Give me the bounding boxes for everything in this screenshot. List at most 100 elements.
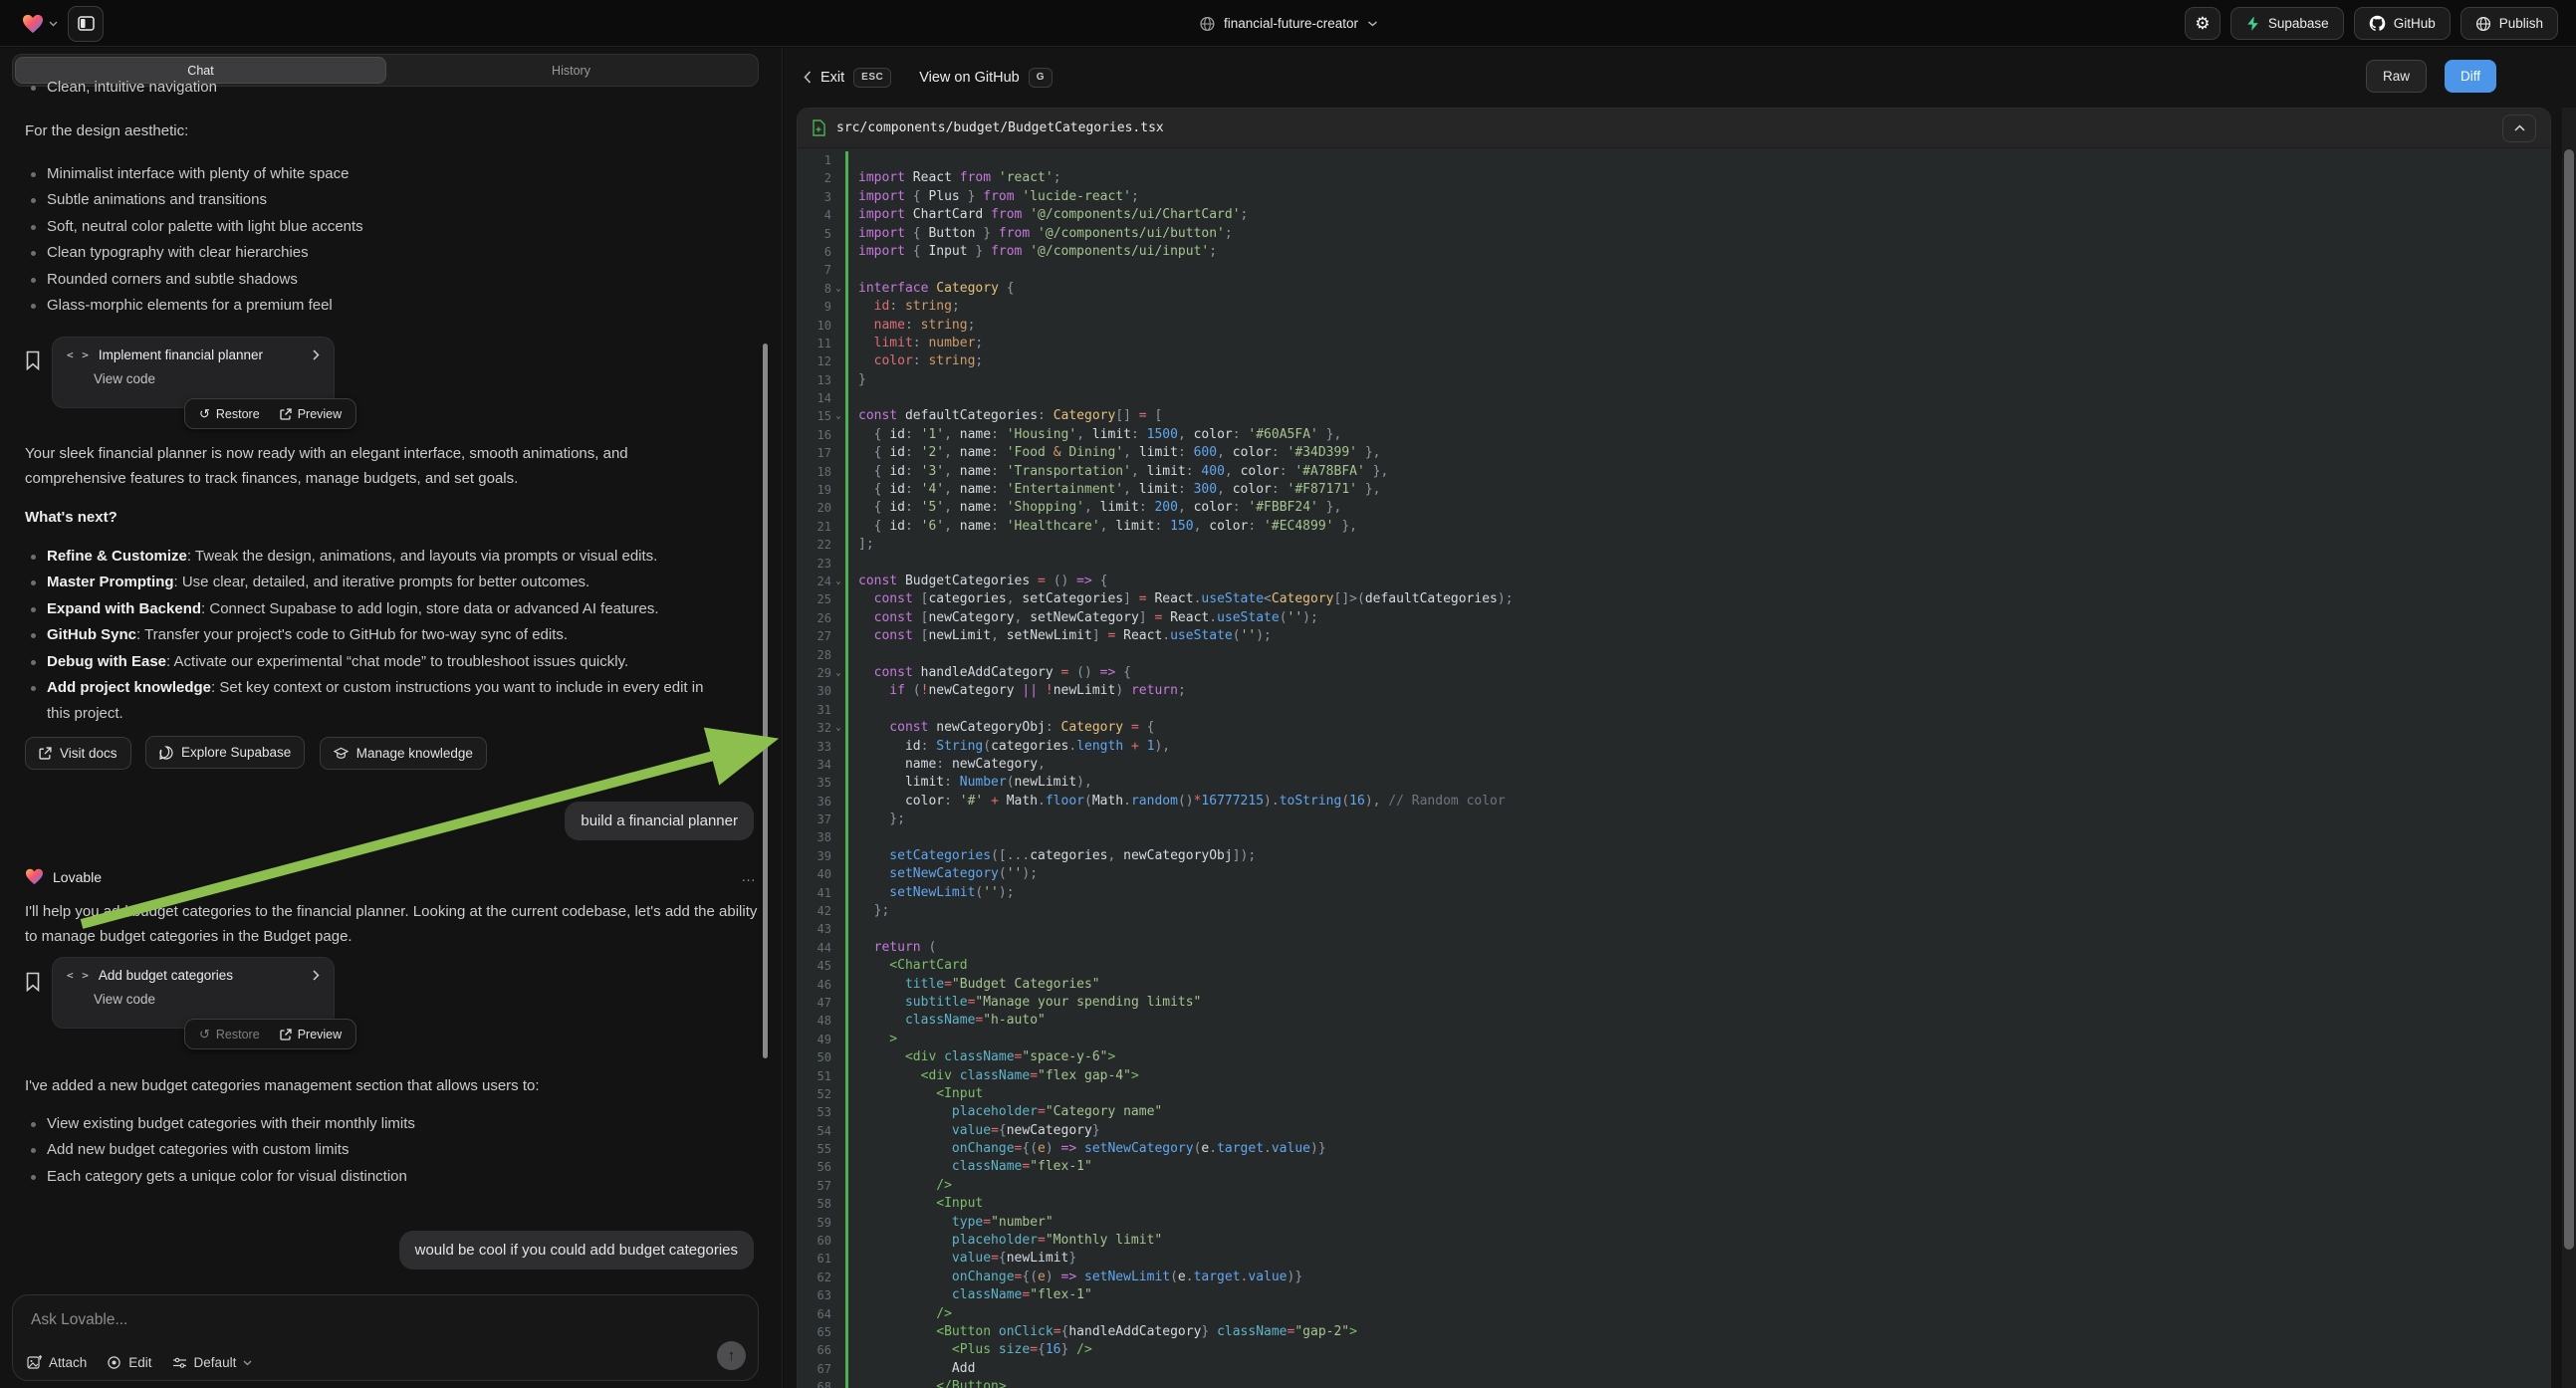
code-line: 63 className="flex-1" bbox=[798, 1286, 2550, 1304]
manage-knowledge-button[interactable]: Manage knowledge bbox=[320, 737, 487, 770]
line-number: 26 bbox=[798, 609, 831, 627]
fold-chevron-icon[interactable]: ⌄ bbox=[831, 664, 845, 682]
restore-button[interactable]: ↺ Restore bbox=[191, 406, 268, 422]
line-number: 60 bbox=[798, 1232, 831, 1250]
line-number: 59 bbox=[798, 1214, 831, 1232]
fold-chevron-icon[interactable]: ⌄ bbox=[831, 573, 845, 590]
mode-selector[interactable]: Default bbox=[172, 1355, 253, 1370]
file-header[interactable]: src/components/budget/BudgetCategories.t… bbox=[798, 109, 2550, 148]
toggle-sidebar-button[interactable] bbox=[68, 6, 104, 42]
github-button[interactable]: GitHub bbox=[2354, 7, 2451, 40]
edit-button[interactable]: Edit bbox=[107, 1355, 151, 1370]
diff-added-bar bbox=[845, 169, 848, 187]
code-line: 57 /> bbox=[798, 1177, 2550, 1195]
restore-button-disabled[interactable]: ↺ Restore bbox=[191, 1027, 268, 1042]
fold-spacer bbox=[831, 1085, 845, 1103]
supabase-button[interactable]: Supabase bbox=[2230, 7, 2344, 40]
code-scrollbar-track[interactable] bbox=[2562, 108, 2576, 1388]
diff-added-bar bbox=[845, 518, 848, 536]
file-path: src/components/budget/BudgetCategories.t… bbox=[836, 120, 1164, 135]
diff-added-bar bbox=[845, 317, 848, 335]
assistant-paragraph: I've added a new budget categories manag… bbox=[25, 1073, 762, 1098]
fold-spacer bbox=[831, 1103, 845, 1121]
line-number: 66 bbox=[798, 1341, 831, 1359]
preview-button[interactable]: Preview bbox=[272, 1028, 350, 1041]
chat-panel: Chat History Clean, intuitive navigation… bbox=[0, 48, 783, 1388]
chat-input[interactable]: Ask Lovable... bbox=[31, 1311, 127, 1329]
line-number: 24 bbox=[798, 573, 831, 590]
added-bullet-list: View existing budget categories with the… bbox=[25, 1111, 722, 1190]
line-number: 15 bbox=[798, 407, 831, 425]
diff-added-bar bbox=[845, 1177, 848, 1195]
view-code-link[interactable]: View code bbox=[94, 371, 320, 386]
publish-button[interactable]: Publish bbox=[2460, 7, 2558, 40]
code-scrollbar-thumb[interactable] bbox=[2564, 149, 2574, 1250]
code-text: subtitle="Manage your spending limits" bbox=[858, 994, 1201, 1012]
fold-spacer bbox=[831, 518, 845, 536]
visit-docs-button[interactable]: Visit docs bbox=[25, 737, 131, 770]
explore-supabase-button[interactable]: Explore Supabase bbox=[145, 736, 305, 769]
collapse-file-button[interactable] bbox=[2502, 115, 2536, 142]
code-text: const handleAddCategory = () => { bbox=[858, 664, 1131, 682]
bookmark-icon[interactable] bbox=[25, 972, 41, 992]
raw-toggle-button[interactable]: Raw bbox=[2366, 60, 2427, 93]
diff-added-bar bbox=[845, 206, 848, 224]
settings-button[interactable]: ⚙ bbox=[2185, 7, 2221, 40]
code-line: 53 placeholder="Category name" bbox=[798, 1103, 2550, 1121]
preview-button[interactable]: Preview bbox=[272, 407, 350, 421]
fold-spacer bbox=[831, 865, 845, 883]
code-text: <Input bbox=[858, 1085, 983, 1103]
line-number: 27 bbox=[798, 627, 831, 645]
sidebar-panel-icon bbox=[78, 16, 95, 31]
fold-spacer bbox=[831, 1122, 845, 1140]
code-line: 35 limit: Number(newLimit), bbox=[798, 774, 2550, 792]
line-number: 7 bbox=[798, 261, 831, 279]
fold-chevron-icon[interactable]: ⌄ bbox=[831, 407, 845, 425]
code-text: title="Budget Categories" bbox=[858, 976, 1100, 994]
diff-added-bar bbox=[845, 225, 848, 243]
code-line: 51 <div className="flex gap-4"> bbox=[798, 1067, 2550, 1085]
fold-chevron-icon[interactable]: ⌄ bbox=[831, 280, 845, 298]
fold-spacer bbox=[831, 169, 845, 187]
code-line: 20 { id: '5', name: 'Shopping', limit: 2… bbox=[798, 499, 2550, 517]
list-item: Each category gets a unique color for vi… bbox=[25, 1164, 722, 1190]
code-line: 15⌄const defaultCategories: Category[] =… bbox=[798, 407, 2550, 425]
code-line: 29⌄ const handleAddCategory = () => { bbox=[798, 664, 2550, 682]
edit-label: Edit bbox=[128, 1355, 151, 1370]
diff-added-bar bbox=[845, 1085, 848, 1103]
line-number: 44 bbox=[798, 939, 831, 957]
code-text: Add bbox=[858, 1360, 975, 1378]
line-number: 9 bbox=[798, 298, 831, 316]
fold-chevron-icon[interactable]: ⌄ bbox=[831, 719, 845, 737]
message-menu-button[interactable]: … bbox=[741, 868, 757, 885]
diff-added-bar bbox=[845, 1323, 848, 1341]
diff-added-bar bbox=[845, 609, 848, 627]
line-number: 35 bbox=[798, 774, 831, 792]
line-number: 22 bbox=[798, 536, 831, 554]
bookmark-icon[interactable] bbox=[25, 350, 41, 370]
code-line: 43 bbox=[798, 920, 2550, 938]
view-code-link[interactable]: View code bbox=[94, 992, 320, 1007]
project-switcher[interactable]: financial-future-creator bbox=[1199, 0, 1377, 47]
send-button[interactable]: ↑ bbox=[717, 1341, 746, 1370]
exit-button[interactable]: Exit ESC bbox=[804, 68, 891, 88]
github-icon bbox=[2369, 15, 2386, 32]
code-text: <Button onClick={handleAddCategory} clas… bbox=[858, 1323, 1357, 1341]
line-number: 1 bbox=[798, 151, 831, 169]
chat-scrollbar[interactable] bbox=[763, 344, 768, 1058]
lovable-logo-menu[interactable] bbox=[22, 14, 58, 34]
view-on-github-label: View on GitHub bbox=[919, 70, 1019, 86]
attach-button[interactable]: Attach bbox=[27, 1355, 87, 1370]
supabase-icon bbox=[2245, 16, 2260, 32]
list-item: Add new budget categories with custom li… bbox=[25, 1137, 722, 1163]
attach-label: Attach bbox=[49, 1355, 87, 1370]
code-line: 26 const [newCategory, setNewCategory] =… bbox=[798, 609, 2550, 627]
view-on-github-button[interactable]: View on GitHub G bbox=[919, 68, 1053, 88]
code-lines: 12import React from 'react';3import { Pl… bbox=[798, 148, 2550, 1388]
chevron-down-icon bbox=[49, 21, 58, 27]
code-text: <div className="space-y-6"> bbox=[858, 1048, 1115, 1066]
fold-spacer bbox=[831, 151, 845, 169]
code-line: 33 id: String(categories.length + 1), bbox=[798, 738, 2550, 756]
line-number: 33 bbox=[798, 738, 831, 756]
diff-toggle-button[interactable]: Diff bbox=[2445, 60, 2496, 93]
